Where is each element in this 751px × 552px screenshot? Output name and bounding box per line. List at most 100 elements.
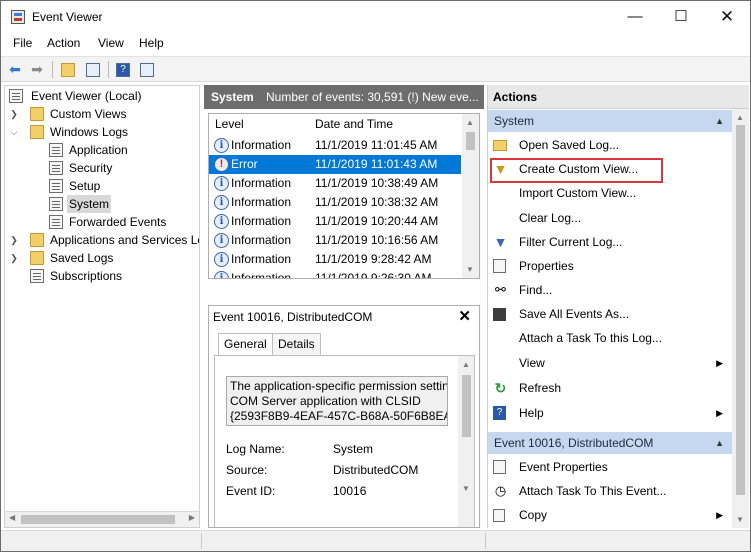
tree-custom-views[interactable]: ❯ Custom Views xyxy=(9,105,128,123)
tree-apps-services[interactable]: ❯ Applications and Services Lo xyxy=(9,231,199,249)
maximize-button[interactable]: ☐ xyxy=(658,1,704,33)
event-detail-pane: Event 10016, DistributedCOM ✕ General De… xyxy=(208,305,480,528)
show-hide-action-pane-icon[interactable] xyxy=(138,60,156,78)
actions-section-event[interactable]: Event 10016, DistributedCOM ▲ xyxy=(488,432,733,454)
tree-subscriptions[interactable]: Subscriptions xyxy=(9,267,124,285)
tree-windows-logs[interactable]: ⌵ Windows Logs xyxy=(9,123,130,141)
toolbar: ⬅ ➡ ? xyxy=(1,56,750,82)
action-refresh[interactable]: ↻ Refresh xyxy=(488,377,733,399)
tree-log-forwarded-events[interactable]: Forwarded Events xyxy=(9,213,168,231)
scrollbar-thumb[interactable] xyxy=(462,375,471,437)
event-row[interactable]: i Information 11/1/2019 10:16:56 AM xyxy=(209,231,461,250)
minimize-button[interactable]: — xyxy=(612,1,658,33)
event-row-selected[interactable]: ! Error 11/1/2019 11:01:43 AM xyxy=(209,155,461,174)
log-icon xyxy=(49,215,63,229)
scroll-left-icon[interactable]: ◀ xyxy=(9,513,15,522)
close-detail-icon[interactable]: ✕ xyxy=(458,307,471,325)
event-viewer-window: Event Viewer — ☐ ✕ File Action View Help… xyxy=(0,0,751,552)
scroll-up-icon[interactable]: ▲ xyxy=(736,113,744,122)
tree-horizontal-scrollbar[interactable]: ◀ ▶ xyxy=(5,511,199,527)
log-icon xyxy=(49,179,63,193)
action-properties[interactable]: Properties xyxy=(488,255,733,277)
action-import-custom-view[interactable]: Import Custom View... xyxy=(488,182,733,204)
scrollbar-thumb[interactable] xyxy=(736,125,745,495)
submenu-arrow-icon: ▶ xyxy=(716,510,723,520)
menu-help[interactable]: Help xyxy=(139,36,164,50)
properties-icon xyxy=(493,460,506,474)
scroll-up-icon[interactable]: ▲ xyxy=(462,360,470,369)
event-detail-title: Event 10016, DistributedCOM xyxy=(213,310,373,324)
log-name-label: Log Name: xyxy=(226,442,285,456)
event-row[interactable]: i Information 11/1/2019 9:28:42 AM xyxy=(209,250,461,269)
scrollbar-thumb[interactable] xyxy=(21,515,175,524)
status-separator xyxy=(201,533,202,549)
action-event-properties[interactable]: Event Properties xyxy=(488,456,733,478)
submenu-arrow-icon: ▶ xyxy=(716,358,723,368)
menu-action[interactable]: Action xyxy=(47,36,80,50)
chevron-right-icon[interactable]: ❯ xyxy=(9,105,19,123)
up-folder-icon[interactable] xyxy=(59,60,77,78)
chevron-down-icon[interactable]: ⌵ xyxy=(9,123,19,141)
action-attach-task-to-event[interactable]: ◷ Attach Task To This Event... xyxy=(488,480,733,502)
tab-details[interactable]: Details xyxy=(272,333,321,355)
scroll-up-icon[interactable]: ▲ xyxy=(466,118,474,127)
collapse-up-icon[interactable]: ▲ xyxy=(715,432,724,454)
event-row[interactable]: i Information 11/1/2019 11:01:45 AM xyxy=(209,136,461,155)
tree-saved-logs[interactable]: ❯ Saved Logs xyxy=(9,249,115,267)
scroll-down-icon[interactable]: ▼ xyxy=(736,515,744,524)
toolbar-separator xyxy=(52,61,53,78)
help-icon[interactable]: ? xyxy=(114,60,132,78)
scrollbar-thumb[interactable] xyxy=(466,132,475,150)
tree-log-security[interactable]: Security xyxy=(9,159,114,177)
chevron-right-icon[interactable]: ❯ xyxy=(9,249,19,267)
tree-log-system[interactable]: System xyxy=(9,195,112,213)
back-arrow-icon[interactable]: ⬅ xyxy=(6,60,24,78)
collapse-up-icon[interactable]: ▲ xyxy=(715,110,724,132)
event-row[interactable]: i Information 11/1/2019 10:38:32 AM xyxy=(209,193,461,212)
refresh-icon: ↻ xyxy=(494,380,507,396)
log-icon xyxy=(49,143,63,157)
error-icon: ! xyxy=(214,157,229,172)
event-id-value: 10016 xyxy=(333,484,367,498)
action-help[interactable]: ? Help ▶ xyxy=(488,402,733,424)
source-label: Source: xyxy=(226,463,268,477)
action-open-saved-log[interactable]: Open Saved Log... xyxy=(488,134,733,156)
tree-log-setup[interactable]: Setup xyxy=(9,177,102,195)
action-save-all-events[interactable]: Save All Events As... xyxy=(488,303,733,325)
detail-vertical-scrollbar[interactable]: ▲ ▼ xyxy=(458,356,474,527)
title-bar: Event Viewer — ☐ ✕ xyxy=(1,1,750,33)
status-separator xyxy=(485,533,486,549)
action-view[interactable]: View ▶ xyxy=(488,352,733,374)
action-copy[interactable]: Copy ▶ xyxy=(488,504,733,526)
actions-vertical-scrollbar[interactable]: ▲ ▼ xyxy=(732,109,749,528)
events-vertical-scrollbar[interactable]: ▲ ▼ xyxy=(462,114,479,278)
menu-file[interactable]: File xyxy=(13,36,32,50)
event-row[interactable]: i Information 11/1/2019 10:38:49 AM xyxy=(209,174,461,193)
information-icon: i xyxy=(214,252,229,267)
action-attach-task-to-log[interactable]: Attach a Task To this Log... xyxy=(488,327,733,349)
window-title: Event Viewer xyxy=(32,10,103,24)
event-id-label: Event ID: xyxy=(226,484,276,498)
event-row[interactable]: i Information 11/1/2019 9:26:30 AM xyxy=(209,269,461,278)
chevron-right-icon[interactable]: ❯ xyxy=(9,231,19,249)
actions-section-system[interactable]: System ▲ xyxy=(488,110,733,132)
close-button[interactable]: ✕ xyxy=(704,1,750,33)
action-filter-current-log[interactable]: ▼ Filter Current Log... xyxy=(488,231,733,253)
tree-log-application[interactable]: Application xyxy=(9,141,130,159)
tree-root[interactable]: Event Viewer (Local) xyxy=(9,87,144,105)
event-row[interactable]: i Information 11/1/2019 10:20:44 AM xyxy=(209,212,461,231)
forward-arrow-icon[interactable]: ➡ xyxy=(28,60,46,78)
scroll-down-icon[interactable]: ▼ xyxy=(466,265,474,274)
actions-header: Actions xyxy=(488,85,749,109)
event-description[interactable]: The application-specific permission sett… xyxy=(226,376,448,426)
tab-general[interactable]: General xyxy=(218,333,273,356)
action-find[interactable]: ⚯ Find... xyxy=(488,279,733,301)
action-clear-log[interactable]: Clear Log... xyxy=(488,207,733,229)
create-custom-view-highlight xyxy=(490,158,663,183)
show-hide-tree-icon[interactable] xyxy=(84,60,102,78)
column-header-date-time[interactable]: Date and Time xyxy=(315,117,393,131)
column-header-level[interactable]: Level xyxy=(215,117,244,131)
scroll-down-icon[interactable]: ▼ xyxy=(462,484,470,493)
scroll-right-icon[interactable]: ▶ xyxy=(189,513,195,522)
menu-view[interactable]: View xyxy=(98,36,124,50)
